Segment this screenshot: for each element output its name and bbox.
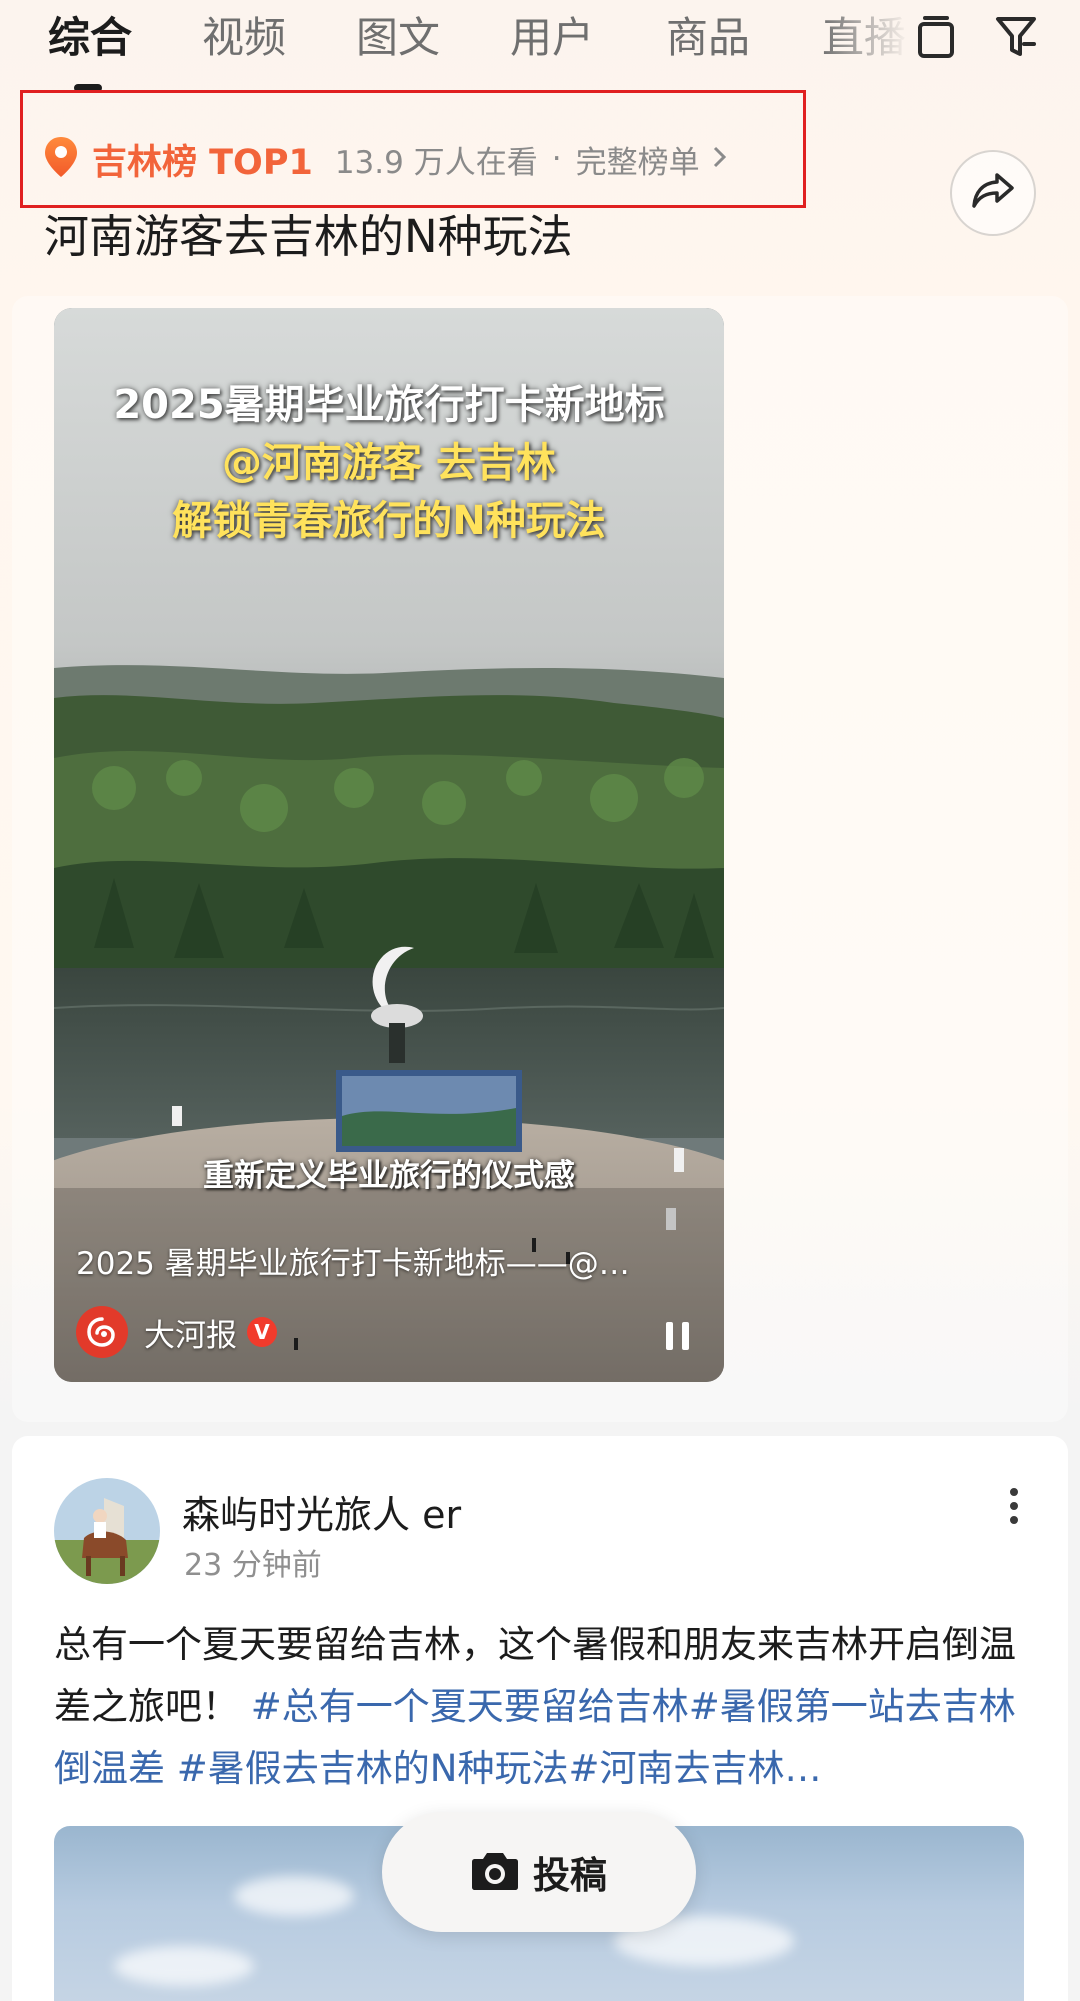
hashtag-link[interactable]: #河南去吉林…: [568, 1747, 821, 1790]
result-headline[interactable]: 河南游客去吉林的N种玩法: [44, 200, 573, 265]
tab-image-text[interactable]: 图文: [356, 8, 440, 68]
video-author[interactable]: 大河报 V: [76, 1304, 277, 1360]
rank-separator: ·: [551, 141, 562, 177]
more-vertical-icon[interactable]: [1008, 1486, 1020, 1526]
share-icon: [971, 171, 1015, 215]
submit-post-button[interactable]: 投稿: [382, 1812, 696, 1932]
pause-icon[interactable]: [660, 1318, 696, 1358]
video-overlay-mention: @河南游客 去吉林: [222, 440, 556, 486]
video-subtitle: 重新定义毕业旅行的仪式感: [203, 1158, 575, 1194]
full-ranking-link[interactable]: 完整榜单: [576, 137, 700, 182]
hashtag-link[interactable]: #总有一个夏天要留给吉林: [251, 1685, 689, 1728]
tab-comprehensive[interactable]: 综合: [48, 8, 132, 68]
tablet-icon[interactable]: [916, 14, 956, 66]
post-author-name[interactable]: 森屿时光旅人 er: [182, 1484, 461, 1539]
category-tabs: 综合 视频 图文 用户 商品 直播: [0, 0, 1080, 92]
tab-fade-overlay: [820, 0, 920, 80]
tab-products[interactable]: 商品: [666, 8, 750, 68]
chevron-right-icon: [712, 145, 728, 173]
hashtag-link[interactable]: #暑假去吉林的N种玩法: [177, 1747, 569, 1790]
video-player[interactable]: 2025暑期毕业旅行打卡新地标 @河南游客 去吉林 解锁青春旅行的N种玩法 重新…: [54, 308, 724, 1382]
location-pin-icon: [42, 135, 80, 183]
rank-banner[interactable]: 吉林榜 TOP1 13.9 万人在看 · 完整榜单: [42, 134, 728, 184]
rank-title: 吉林榜 TOP1: [92, 142, 313, 183]
video-overlay-title: 2025暑期毕业旅行打卡新地标: [113, 382, 665, 428]
camera-icon: [471, 1849, 519, 1895]
tab-users[interactable]: 用户: [510, 8, 594, 68]
share-button[interactable]: [950, 150, 1036, 236]
video-caption[interactable]: 2025 暑期毕业旅行打卡新地标——@…: [76, 1238, 630, 1283]
rank-viewers: 13.9 万人在看: [334, 144, 538, 181]
author-logo-icon: [76, 1306, 128, 1358]
avatar[interactable]: [54, 1478, 160, 1584]
filter-icon[interactable]: [994, 14, 1038, 64]
post-body[interactable]: 总有一个夏天要留给吉林，这个暑假和朋友来吉林开启倒温差之旅吧！ #总有一个夏天要…: [54, 1614, 1026, 1800]
submit-post-label: 投稿: [533, 1854, 607, 1897]
video-author-name: 大河报: [144, 1317, 237, 1354]
verified-badge-icon: V: [247, 1317, 277, 1347]
tab-video[interactable]: 视频: [202, 8, 286, 68]
post-timestamp: 23 分钟前: [184, 1548, 322, 1583]
video-overlay-tagline: 解锁青春旅行的N种玩法: [172, 498, 606, 544]
